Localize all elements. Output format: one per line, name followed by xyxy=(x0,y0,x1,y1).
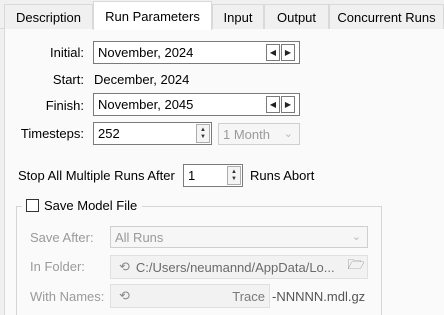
tab-run-parameters[interactable]: Run Parameters xyxy=(93,1,212,30)
save-model-checkbox[interactable] xyxy=(26,199,39,212)
with-names-suffix: -NNNNN.mdl.gz xyxy=(272,289,366,304)
tab-label: Concurrent Runs xyxy=(337,9,436,25)
up-arrow-icon[interactable]: ▲ xyxy=(200,127,206,134)
stop-runs-prefix: Stop All Multiple Runs After xyxy=(18,168,175,183)
tab-input[interactable]: Input xyxy=(212,4,264,29)
save-after-select[interactable]: All Runs ⌄ xyxy=(110,226,368,248)
timesteps-spinner[interactable]: ▲ ▼ xyxy=(196,124,210,143)
down-arrow-icon[interactable]: ▼ xyxy=(231,176,237,183)
save-after-value: All Runs xyxy=(115,229,164,245)
in-folder-label: In Folder: xyxy=(30,259,85,274)
finish-prev-arrow-icon[interactable]: ◀ xyxy=(266,96,280,113)
folder-icon[interactable]: 🗁 xyxy=(346,256,366,276)
timestep-unit-value: 1 Month xyxy=(223,126,270,142)
reset-icon[interactable]: ⟲ xyxy=(119,259,130,275)
start-value: December, 2024 xyxy=(94,72,190,87)
with-names-field[interactable]: ⟲ Trace xyxy=(110,284,270,308)
start-label: Start: xyxy=(52,72,84,87)
chevron-down-icon: ⌄ xyxy=(351,231,361,243)
timesteps-field[interactable]: 252 xyxy=(93,122,212,145)
finish-label: Finish: xyxy=(45,98,84,113)
chevron-down-icon: ⌄ xyxy=(283,128,293,140)
initial-value: November, 2024 xyxy=(98,45,194,60)
initial-prev-arrow-icon[interactable]: ◀ xyxy=(266,44,280,61)
tab-concurrent-runs[interactable]: Concurrent Runs xyxy=(329,4,444,29)
stop-runs-value: 1 xyxy=(188,168,196,183)
down-arrow-icon[interactable]: ▼ xyxy=(200,134,206,141)
reset-icon[interactable]: ⟲ xyxy=(119,288,130,304)
in-folder-value: C:/Users/neumannd/AppData/Lo... xyxy=(135,259,335,275)
save-after-label: Save After: xyxy=(30,230,94,245)
save-model-label: Save Model File xyxy=(44,198,138,213)
tab-label: Run Parameters xyxy=(105,8,200,24)
finish-next-arrow-icon[interactable]: ▶ xyxy=(281,96,295,113)
finish-value: November, 2045 xyxy=(98,97,194,112)
tab-label: Input xyxy=(223,9,253,25)
with-names-prefix: Trace xyxy=(232,288,265,304)
tab-description[interactable]: Description xyxy=(4,4,93,29)
timesteps-value: 252 xyxy=(98,126,120,141)
initial-next-arrow-icon[interactable]: ▶ xyxy=(281,44,295,61)
tab-label: Description xyxy=(15,9,82,25)
tab-output[interactable]: Output xyxy=(264,4,329,29)
stop-runs-spinner[interactable]: ▲ ▼ xyxy=(227,166,241,185)
up-arrow-icon[interactable]: ▲ xyxy=(231,169,237,176)
tab-label: Output xyxy=(276,9,317,25)
in-folder-field[interactable]: ⟲ C:/Users/neumannd/AppData/Lo... xyxy=(110,255,368,279)
timesteps-label: Timesteps: xyxy=(20,126,84,141)
timestep-unit-select[interactable]: 1 Month ⌄ xyxy=(218,123,300,145)
stop-runs-suffix: Runs Abort xyxy=(250,168,315,183)
tab-bar: Description Run Parameters Input Output … xyxy=(0,0,444,30)
initial-label: Initial: xyxy=(50,45,84,60)
with-names-label: With Names: xyxy=(30,289,105,304)
